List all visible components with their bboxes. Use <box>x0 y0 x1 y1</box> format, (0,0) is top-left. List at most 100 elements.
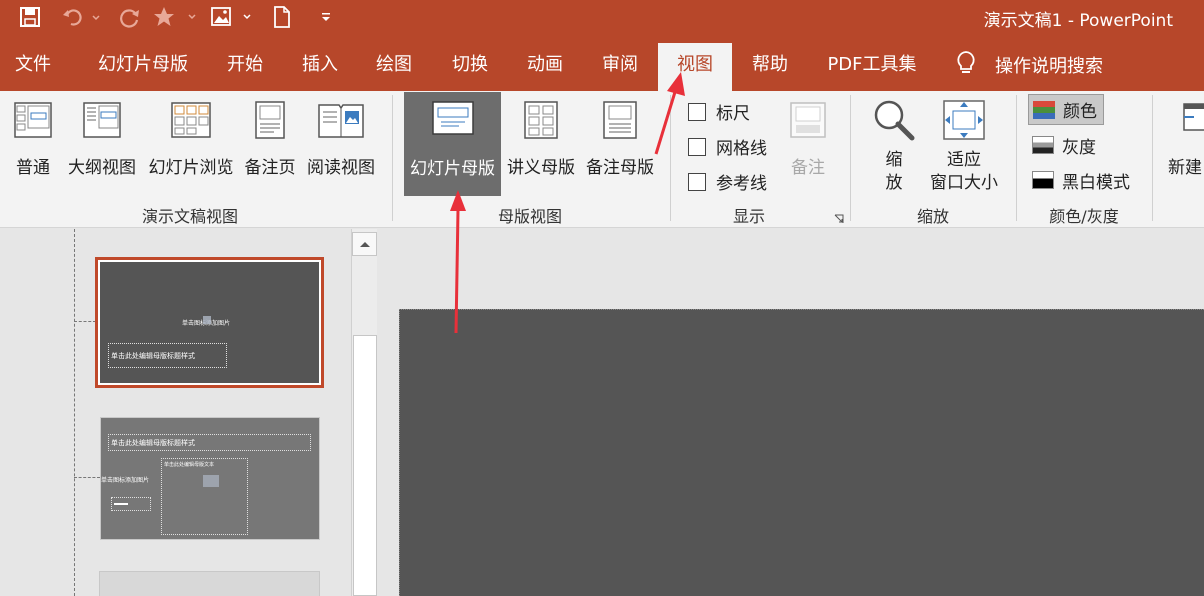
title-bar: 演示文稿1 - PowerPoint <box>0 0 1204 36</box>
picture-icon <box>203 316 211 324</box>
checkbox-box <box>688 172 706 191</box>
new-doc-icon[interactable] <box>270 3 294 31</box>
ribbon-tab-bar: 文件 幻灯片母版 开始 插入 绘图 切换 动画 审阅 视图 帮助 PDF工具集 … <box>0 36 1204 91</box>
gridlines-label: 网格线 <box>716 139 767 159</box>
window-title: 演示文稿1 - PowerPoint <box>983 11 1173 31</box>
slide-canvas[interactable] <box>399 309 1204 596</box>
notes-master-icon <box>600 97 640 143</box>
tab-animations[interactable]: 动画 <box>514 43 576 91</box>
tab-slide-master[interactable]: 幻灯片母版 <box>84 43 202 91</box>
tab-review[interactable]: 审阅 <box>589 43 651 91</box>
tab-help[interactable]: 帮助 <box>739 43 801 91</box>
color-mode-button[interactable]: 颜色 <box>1028 94 1104 125</box>
ruler-checkbox[interactable]: 标尺 <box>688 99 750 124</box>
picture-icon[interactable] <box>210 3 256 31</box>
group-separator <box>670 95 671 221</box>
layout-thumbnail[interactable]: 单击此处编辑母版标题样式 单击图标添加图片 单击此处编辑母版文本 <box>100 417 320 540</box>
group-label-show: 显示 <box>732 207 765 226</box>
group-label-color-grayscale: 颜色/灰度 <box>1049 207 1119 226</box>
normal-view-button[interactable]: 普通 <box>8 97 58 197</box>
lightbulb-icon <box>955 50 995 81</box>
tab-transitions[interactable]: 切换 <box>439 43 501 91</box>
normal-view-icon <box>13 97 53 143</box>
outline-view-label: 大纲视图 <box>68 158 136 178</box>
tab-draw[interactable]: 绘图 <box>363 43 425 91</box>
guides-label: 参考线 <box>716 174 767 194</box>
handout-master-button[interactable]: 讲义母版 <box>503 97 579 197</box>
slide-sorter-label: 幻灯片浏览 <box>148 158 234 178</box>
fit-to-window-icon <box>942 97 986 143</box>
slide-master-button[interactable]: 幻灯片母版 <box>404 92 501 196</box>
guides-checkbox[interactable]: 参考线 <box>688 169 767 194</box>
color-mode-label: 颜色 <box>1063 102 1097 122</box>
notes-page-label: 备注页 <box>244 158 296 178</box>
reading-view-label: 阅读视图 <box>307 158 375 178</box>
scroll-up-button[interactable] <box>352 232 377 256</box>
group-label-master-views: 母版视图 <box>497 207 562 226</box>
scrollbar-thumb[interactable] <box>353 335 377 596</box>
zoom-label-line1: 缩 <box>885 150 903 170</box>
thumbnail-scrollbar[interactable] <box>351 229 377 596</box>
customize-icon[interactable] <box>318 3 334 31</box>
notes-page-icon <box>250 97 290 143</box>
new-window-label: 新建 <box>1168 158 1202 178</box>
notes-master-button[interactable]: 备注母版 <box>582 97 658 197</box>
text-placeholder-text: 单击此处编辑母版文本 <box>164 462 215 468</box>
chevron-up-icon <box>359 242 370 247</box>
notes-icon <box>788 97 828 143</box>
save-icon[interactable] <box>14 3 46 31</box>
slide-master-label: 幻灯片母版 <box>410 159 495 179</box>
color-swatch-icon <box>1033 100 1055 119</box>
group-separator <box>850 95 851 221</box>
gridlines-checkbox[interactable]: 网格线 <box>688 134 767 159</box>
tell-me-search[interactable]: 操作说明搜索 <box>955 43 1103 87</box>
tab-home[interactable]: 开始 <box>214 43 276 91</box>
black-white-swatch-icon <box>1032 171 1054 189</box>
fit-label-line1: 适应 <box>947 150 981 170</box>
layout-tree-line <box>74 229 75 596</box>
tab-view[interactable]: 视图 <box>658 43 732 91</box>
group-separator <box>1016 95 1017 221</box>
picture-icon <box>203 475 219 487</box>
content-placeholder: 单击此处编辑母版文本 <box>161 458 248 535</box>
group-separator <box>1152 95 1153 221</box>
reading-view-icon <box>317 97 365 143</box>
tab-pdf-tools[interactable]: PDF工具集 <box>814 43 930 91</box>
star-icon[interactable] <box>152 3 198 31</box>
notes-button[interactable]: 备注 <box>784 97 832 197</box>
grayscale-swatch-icon <box>1032 136 1054 154</box>
black-white-mode-label: 黑白模式 <box>1062 172 1130 193</box>
zoom-button[interactable]: 缩 放 <box>864 97 924 197</box>
reading-view-button[interactable]: 阅读视图 <box>304 97 378 197</box>
slide-sorter-button[interactable]: 幻灯片浏览 <box>146 97 236 197</box>
thumbnail-canvas: 单击图标添加图片 单击此处编辑母版标题样式 <box>100 262 319 383</box>
tab-file[interactable]: 文件 <box>0 43 66 91</box>
new-window-button[interactable]: 新建 <box>1166 97 1204 197</box>
slide-master-thumbnail[interactable]: 单击图标添加图片 单击此处编辑母版标题样式 <box>95 257 324 388</box>
tab-insert[interactable]: 插入 <box>289 43 351 91</box>
ruler-label: 标尺 <box>716 104 750 124</box>
magnifier-icon <box>872 97 916 143</box>
notes-master-label: 备注母版 <box>586 158 654 178</box>
fit-to-window-button[interactable]: 适应 窗口大小 <box>926 97 1002 197</box>
grayscale-mode-button[interactable]: 灰度 <box>1032 131 1096 159</box>
outline-view-button[interactable]: 大纲视图 <box>64 97 140 197</box>
undo-icon[interactable] <box>58 3 104 31</box>
grayscale-mode-label: 灰度 <box>1062 137 1096 158</box>
dialog-launcher-icon[interactable] <box>834 209 844 228</box>
group-label-zoom: 缩放 <box>916 207 949 226</box>
layout-thumbnail[interactable] <box>99 571 320 596</box>
tell-me-label: 操作说明搜索 <box>995 56 1103 77</box>
title-placeholder: 单击此处编辑母版标题样式 <box>108 343 227 368</box>
title-placeholder: 单击此处编辑母版标题样式 <box>108 434 311 451</box>
thumbnail-pane: 单击图标添加图片 单击此处编辑母版标题样式 单击此处编辑母版标题样式 单击图标添… <box>0 229 380 596</box>
checkbox-box <box>688 102 706 121</box>
group-separator <box>392 95 393 221</box>
black-white-mode-button[interactable]: 黑白模式 <box>1032 166 1130 194</box>
tree-connector <box>74 321 96 322</box>
redo-icon[interactable] <box>116 3 144 31</box>
zoom-label: 缩 放 <box>886 149 903 195</box>
notes-page-button[interactable]: 备注页 <box>242 97 298 197</box>
outline-view-icon <box>82 97 122 143</box>
normal-view-label: 普通 <box>16 158 50 178</box>
